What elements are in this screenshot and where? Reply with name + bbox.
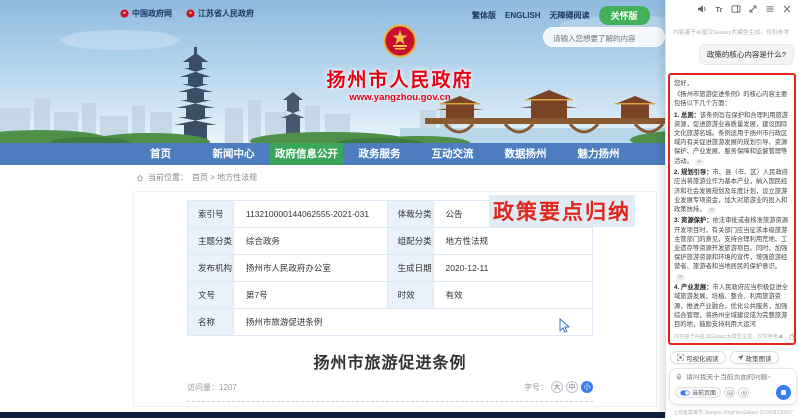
- frame-icon: [677, 354, 684, 361]
- nav-item[interactable]: 互动交流: [416, 143, 489, 165]
- clear-button[interactable]: [738, 387, 749, 398]
- quick-links: 繁体版 ENGLISH 无障碍阅读 关怀版: [472, 6, 650, 25]
- answer-section: 2. 规划引导：市、县（市、区）人民政府应当将旅游业作为基本产业，纳入国民经济和…: [674, 168, 790, 214]
- visual-reading-chip[interactable]: 可视化阅读: [670, 351, 726, 364]
- citation-badge[interactable]: ∞: [676, 274, 685, 282]
- screen: 中国政府网 江苏省人民政府 繁体版 ENGLISH 无障碍阅读 关怀版: [0, 0, 799, 418]
- article-meta: 访问量：1207 字号： 大 中 小: [187, 381, 593, 402]
- chat-input-card: 当前页面: [669, 368, 797, 405]
- annotation-headline: 政策要点归纳: [489, 195, 635, 227]
- answer-greeting: 您好，: [674, 79, 790, 88]
- model-disclaimer-bottom: 内容基于AI星汉Galaxy大模型生成，仅供参考: [674, 333, 778, 340]
- breadcrumb-path[interactable]: 首页 > 地方性法规: [192, 172, 257, 183]
- font-size-controls: 字号： 大 中 小: [524, 381, 593, 393]
- answer-section: 1. 总则：该条例旨在保护和合理利用旅游资源，促进旅游业高质量发展，建设国际文化…: [674, 111, 790, 167]
- gov-link[interactable]: 江苏省人民政府: [186, 8, 254, 19]
- font-size-large-button[interactable]: 大: [551, 381, 563, 393]
- site-url: www.yangzhou.gov.cn: [322, 92, 478, 103]
- ai-answer-annotation-box: 您好， 《扬州市旅游促进条例》的核心内容主要包括以下几个方面： 1. 总则：该条…: [668, 73, 796, 345]
- site-name: 扬州市人民政府: [322, 65, 478, 92]
- font-size-medium-button[interactable]: 中: [566, 381, 578, 393]
- read-aloud-icon[interactable]: [778, 333, 785, 340]
- suggestion-chips: 可视化阅读 政策图读: [670, 351, 779, 364]
- ai-assistant-panel: Tr 内容基于AI星汉Galaxy大模型生成，仅供参考 政策的核心内容是什么? …: [665, 0, 799, 418]
- image-icon: [727, 390, 733, 396]
- home-icon: [136, 174, 144, 182]
- gov-links: 中国政府网 江苏省人民政府: [120, 8, 254, 19]
- article-title: 扬州市旅游促进条例: [187, 349, 593, 373]
- search-input[interactable]: [544, 30, 664, 48]
- nav-item[interactable]: 政务服务: [343, 143, 416, 165]
- toggle-icon: [680, 390, 690, 396]
- quick-link[interactable]: ENGLISH: [505, 11, 541, 20]
- table-row: 发布机构 扬州市人民政府办公室 生成日期 2020-12-11: [188, 255, 593, 282]
- breadcrumb-label: 当前位置：: [148, 172, 188, 183]
- nav-item[interactable]: 魅力扬州: [562, 143, 635, 165]
- search-box[interactable]: [543, 27, 665, 47]
- table-row: 文号 第7号 时效 有效: [188, 282, 593, 309]
- nav-item[interactable]: 政府信息公开: [270, 143, 343, 165]
- font-size-small-button[interactable]: 小: [581, 381, 593, 393]
- current-page-toggle[interactable]: 当前页面: [675, 387, 721, 398]
- answer-footer: 内容基于AI星汉Galaxy大模型生成，仅供参考: [674, 333, 790, 340]
- answer-actions: [778, 333, 796, 340]
- national-emblem-mini-icon: [120, 9, 129, 18]
- side-panel-icon[interactable]: [731, 4, 741, 14]
- quick-link[interactable]: 无障碍阅读: [550, 10, 590, 21]
- national-emblem-icon: [383, 24, 417, 58]
- nav-item[interactable]: 数据扬州: [489, 143, 562, 165]
- clear-icon: [741, 390, 747, 396]
- care-version-button[interactable]: 关怀版: [599, 6, 650, 25]
- national-emblem-mini-icon: [186, 9, 195, 18]
- table-row: 主题分类 综合政务 组配分类 地方性法规: [188, 228, 593, 255]
- close-icon[interactable]: [782, 4, 792, 14]
- chat-input[interactable]: [686, 374, 791, 381]
- citation-badge[interactable]: ∞: [707, 207, 716, 215]
- answer-section: 4. 产业发展：市人民政府应当积极促进全域旅游发展，培植、整合、利用旅游资源，推…: [674, 283, 790, 329]
- image-upload-button[interactable]: [724, 387, 735, 398]
- answer-intro: 《扬州市旅游促进条例》的核心内容主要包括以下几个方面：: [674, 90, 790, 108]
- stop-generating-button[interactable]: [776, 385, 791, 400]
- answer-section: 3. 资源保护：依法审批或者核准旅游资源开发项目时，有关部门应当征求本级旅游主管…: [674, 216, 790, 281]
- quick-link[interactable]: 繁体版: [472, 10, 496, 21]
- site-identity: 扬州市人民政府 www.yangzhou.gov.cn: [322, 24, 478, 103]
- microphone-icon[interactable]: [675, 373, 683, 381]
- table-row-name: 名称 扬州市旅游促进条例: [188, 309, 593, 336]
- expand-icon[interactable]: [748, 4, 758, 14]
- font-size-label: 字号：: [524, 382, 548, 393]
- paper-plane-icon: [737, 354, 744, 361]
- ai-answer-text: 您好， 《扬州市旅游促进条例》的核心内容主要包括以下几个方面： 1. 总则：该条…: [674, 79, 790, 329]
- user-message-bubble: 政策的核心内容是什么?: [699, 44, 794, 65]
- copy-icon[interactable]: [789, 333, 796, 340]
- nav-item[interactable]: 新闻中心: [197, 143, 270, 165]
- menu-icon[interactable]: [765, 4, 775, 14]
- sound-icon[interactable]: [697, 4, 707, 14]
- citation-badge[interactable]: ∞: [695, 159, 704, 167]
- panel-toolbar: Tr: [697, 4, 792, 14]
- nav-item[interactable]: 首页: [124, 143, 197, 165]
- policy-reading-chip[interactable]: 政策图读: [730, 351, 779, 364]
- gov-link[interactable]: 中国政府网: [120, 8, 172, 19]
- filing-number: 上线备案编号:Jiangsu-XingHanGalaxy-20240823000…: [666, 409, 799, 416]
- stop-icon: [781, 390, 786, 395]
- visit-count: 访问量：1207: [187, 382, 237, 393]
- translate-icon[interactable]: Tr: [714, 4, 724, 14]
- model-disclaimer-top: 内容基于AI星汉Galaxy大模型生成，仅供参考: [673, 27, 789, 36]
